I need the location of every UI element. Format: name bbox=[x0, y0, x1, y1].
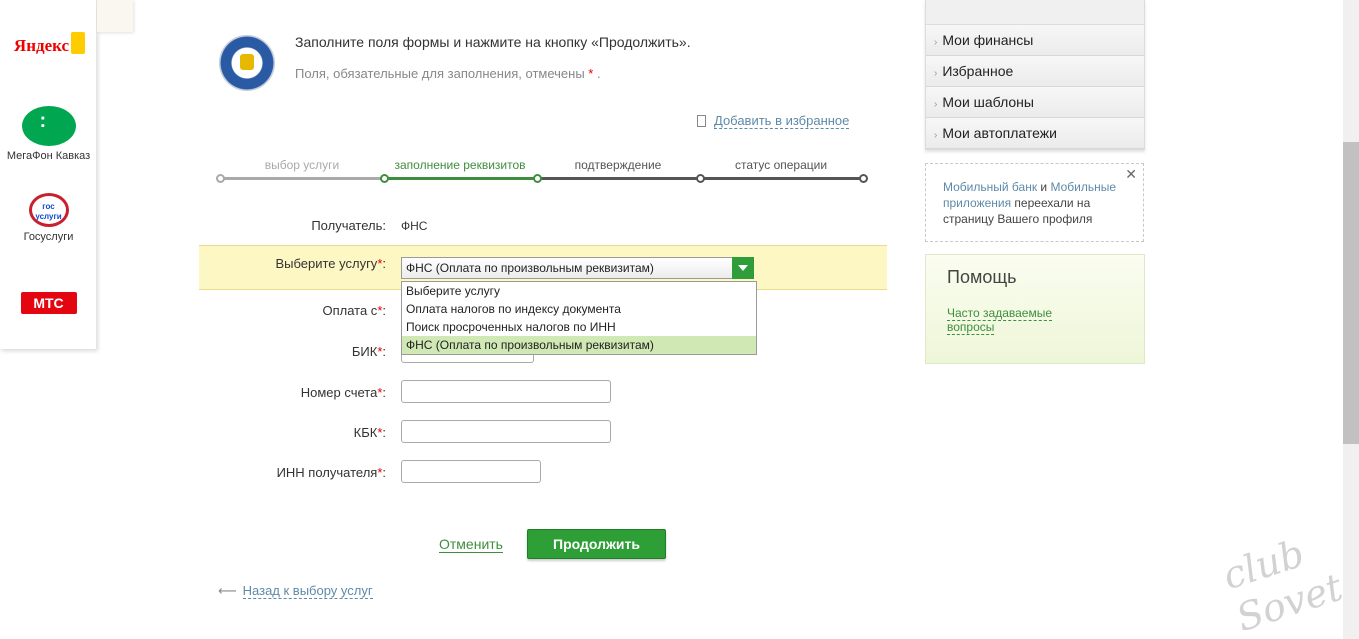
bik-colon: : bbox=[382, 344, 386, 359]
required-note: Поля, обязательные для заполнения, отмеч… bbox=[295, 66, 601, 81]
back-to-services-link[interactable]: ⟵ Назад к выбору услуг bbox=[218, 583, 373, 599]
mobile-bank-link[interactable]: Мобильный банк bbox=[943, 180, 1037, 194]
chevron-right-icon: › bbox=[934, 130, 938, 141]
account-input[interactable] bbox=[401, 380, 611, 403]
wallet-icon bbox=[71, 32, 86, 54]
inn-colon: : bbox=[382, 465, 386, 480]
kbk-input[interactable] bbox=[401, 420, 611, 443]
step-dot-1 bbox=[216, 174, 225, 183]
step-label-4: статус операции bbox=[734, 158, 828, 172]
service-label: Выберите услугу*: bbox=[196, 256, 386, 271]
inn-label: ИНН получателя*: bbox=[196, 465, 386, 480]
faq-link-text[interactable]: Часто задаваемые вопросы bbox=[947, 306, 1053, 335]
recipient-value: ФНС bbox=[401, 219, 428, 233]
service-dropdown: Выберите услугу Оплата налогов по индекс… bbox=[401, 281, 757, 355]
chevron-right-icon: › bbox=[934, 68, 938, 79]
menu-item-autopayments[interactable]: › Мои автоплатежи bbox=[926, 118, 1144, 149]
menu-top-spacer bbox=[926, 0, 1144, 25]
required-note-text: Поля, обязательные для заполнения, отмеч… bbox=[295, 66, 585, 81]
menu-item-templates[interactable]: › Мои шаблоны bbox=[926, 87, 1144, 118]
add-favorite-text[interactable]: Добавить в избранное bbox=[714, 113, 850, 129]
bookmark-icon bbox=[697, 115, 706, 127]
form-instructions: Заполните поля формы и нажмите на кнопку… bbox=[295, 34, 691, 50]
menu-item-favorites[interactable]: › Избранное bbox=[926, 56, 1144, 87]
watermark-logo: club Sovet bbox=[1217, 530, 1348, 639]
step-segment-1 bbox=[220, 177, 384, 180]
service-select-value: ФНС (Оплата по произвольным реквизитам) bbox=[406, 261, 654, 275]
fns-emblem-icon bbox=[219, 35, 275, 91]
pay-from-colon: : bbox=[382, 303, 386, 318]
partner-sidebar: Яндекс : МегаФон Кавказ гос услуги Госус… bbox=[0, 0, 97, 349]
step-segment-4 bbox=[700, 177, 864, 180]
kbk-label: КБК*: bbox=[196, 425, 386, 440]
tile-mts[interactable]: МТС bbox=[0, 292, 97, 314]
menu-item-label: Мои финансы bbox=[942, 32, 1034, 48]
gosuslugi-label: Госуслуги bbox=[23, 231, 74, 243]
arrow-left-icon: ⟵ bbox=[218, 583, 237, 598]
gosuslugi-logo-icon: гос услуги bbox=[28, 193, 69, 227]
chevron-right-icon: › bbox=[934, 37, 938, 48]
service-select[interactable]: ФНС (Оплата по произвольным реквизитам) bbox=[401, 257, 754, 279]
profile-notice: ✕ Мобильный банк и Мобильные приложения … bbox=[925, 163, 1144, 242]
recipient-label: Получатель: bbox=[311, 218, 386, 233]
step-dot-2 bbox=[380, 174, 389, 183]
account-label: Номер счета*: bbox=[196, 385, 386, 400]
step-dot-5 bbox=[859, 174, 868, 183]
bik-label: БИК*: bbox=[196, 344, 386, 359]
menu-item-label: Мои автоплатежи bbox=[942, 125, 1057, 141]
back-link-text[interactable]: Назад к выбору услуг bbox=[242, 583, 373, 599]
tile-gosuslugi[interactable]: гос услуги Госуслуги bbox=[0, 193, 97, 243]
step-label-3: подтверждение bbox=[574, 158, 662, 172]
menu-item-label: Мои шаблоны bbox=[942, 94, 1034, 110]
required-star: * bbox=[588, 66, 594, 81]
mts-logo-icon: МТС bbox=[20, 292, 77, 314]
pay-from-label-text: Оплата с bbox=[322, 303, 378, 318]
service-option[interactable]: Оплата налогов по индексу документа bbox=[402, 300, 756, 318]
tile-yandex[interactable]: Яндекс bbox=[0, 32, 97, 56]
add-favorite-link[interactable]: Добавить в избранное bbox=[697, 113, 850, 129]
help-box: Помощь Часто задаваемые вопросы bbox=[925, 254, 1145, 364]
bik-label-text: БИК bbox=[351, 344, 378, 359]
service-option[interactable]: Выберите услугу bbox=[402, 282, 756, 300]
account-label-text: Номер счета bbox=[300, 385, 378, 400]
yandex-logo-text: Яндекс bbox=[13, 36, 70, 55]
service-option[interactable]: Поиск просроченных налогов по ИНН bbox=[402, 318, 756, 336]
step-label-1: выбор услуги bbox=[264, 158, 340, 172]
pay-from-label: Оплата с*: bbox=[196, 303, 386, 318]
inn-label-text: ИНН получателя bbox=[276, 465, 378, 480]
step-label-2: заполнение реквизитов bbox=[394, 158, 526, 172]
cancel-link[interactable]: Отменить bbox=[439, 536, 503, 553]
continue-button[interactable]: Продолжить bbox=[527, 529, 666, 559]
chevron-right-icon: › bbox=[934, 99, 938, 110]
tile-megafon[interactable]: : МегаФон Кавказ bbox=[0, 106, 97, 162]
step-dot-4 bbox=[696, 174, 705, 183]
faq-link[interactable]: Часто задаваемые вопросы bbox=[947, 306, 1067, 335]
menu-item-finances[interactable]: › Мои финансы bbox=[926, 25, 1144, 56]
service-colon: : bbox=[382, 256, 386, 271]
service-label-text: Выберите услугу bbox=[275, 256, 378, 271]
step-segment-2 bbox=[384, 177, 536, 180]
step-segment-3 bbox=[536, 177, 700, 180]
service-option-selected[interactable]: ФНС (Оплата по произвольным реквизитам) bbox=[402, 336, 756, 354]
kbk-label-text: КБК bbox=[353, 425, 378, 440]
megafon-label: МегаФон Кавказ bbox=[6, 150, 91, 162]
inn-input[interactable] bbox=[401, 460, 541, 483]
notice-and: и bbox=[1037, 180, 1051, 194]
top-tab-fragment bbox=[97, 0, 133, 32]
menu-item-label: Избранное bbox=[942, 63, 1014, 79]
scrollbar-thumb[interactable] bbox=[1343, 142, 1359, 444]
megafon-logo-icon: : bbox=[21, 106, 76, 146]
chevron-down-icon[interactable] bbox=[732, 257, 754, 279]
yandex-logo-icon: Яндекс bbox=[13, 32, 86, 56]
kbk-colon: : bbox=[382, 425, 386, 440]
step-dot-3 bbox=[533, 174, 542, 183]
help-title: Помощь bbox=[947, 267, 1017, 287]
progress-steps: выбор услуги заполнение реквизитов подтв… bbox=[216, 155, 868, 185]
account-colon: : bbox=[382, 385, 386, 400]
close-icon[interactable]: ✕ bbox=[1125, 166, 1137, 182]
right-menu: › Мои финансы › Избранное › Мои шаблоны › Мо… bbox=[925, 0, 1145, 150]
required-dot: . bbox=[596, 66, 601, 81]
